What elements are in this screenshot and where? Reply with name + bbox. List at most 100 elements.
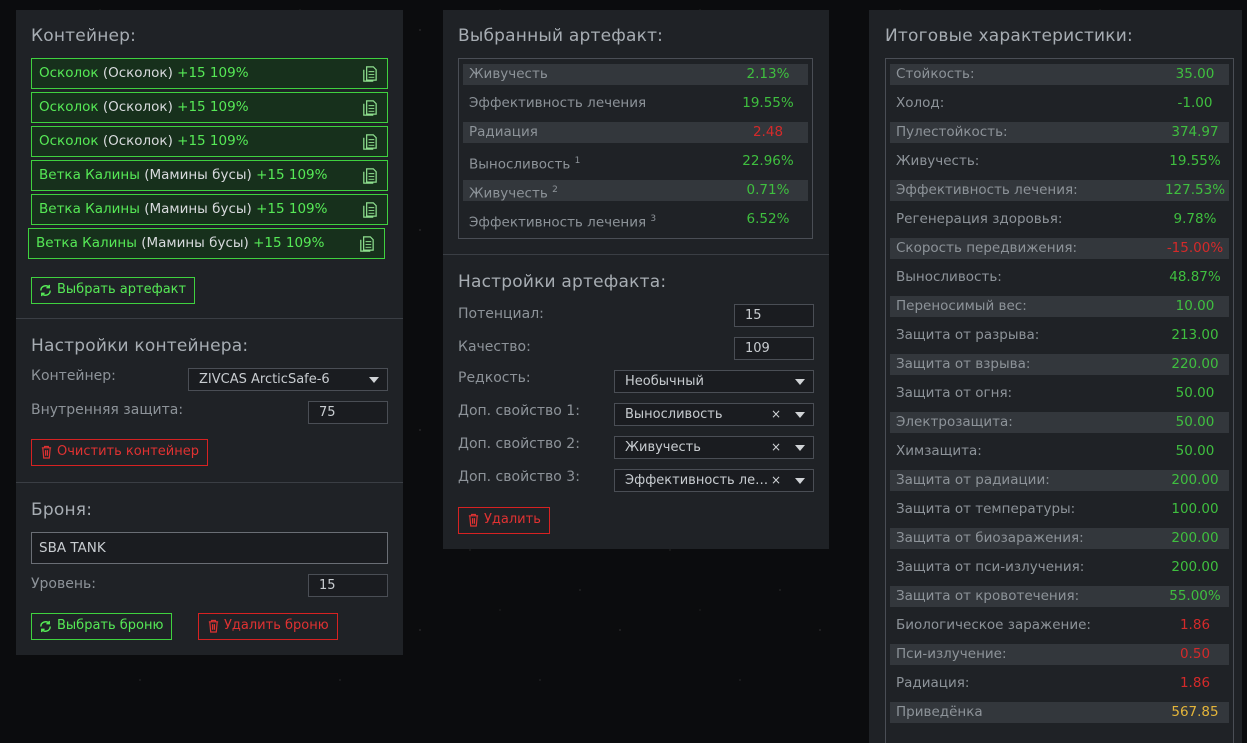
- artifact-stats: +15 109%: [177, 133, 249, 149]
- quality-input[interactable]: 109: [734, 337, 814, 360]
- total-stat-row: Защита от кровотечения: 55.00%: [890, 586, 1229, 607]
- stat-label-text: Выносливость: [469, 156, 571, 173]
- container-type-select[interactable]: ZIVCAS ArcticSafe-6: [188, 368, 388, 391]
- stat-value: 19.55%: [1169, 153, 1221, 169]
- total-stat-row: Химзащита: 50.00: [890, 441, 1229, 462]
- artifact-base: (Осколок): [102, 99, 173, 115]
- stat-label-text: Эффективность лечения: [469, 214, 647, 231]
- container-artifact-item[interactable]: Ветка Калины (Мамины бусы) +15 109%: [28, 228, 385, 259]
- armor-name-field[interactable]: SBA TANK: [31, 532, 388, 564]
- chevron-down-icon: [369, 377, 379, 383]
- artifact-base: (Осколок): [102, 65, 173, 81]
- stat-value: 50.00: [1175, 385, 1215, 401]
- stat-value: 9.78%: [1173, 211, 1217, 227]
- stat-label: Живучесть: [469, 64, 548, 85]
- extra2-select[interactable]: Живучесть ×: [614, 436, 814, 459]
- stat-label: Защита от разрыва:: [896, 327, 1040, 343]
- container-artifact-item[interactable]: Осколок (Осколок) +15 109%: [31, 126, 388, 157]
- chevron-down-icon: [795, 379, 805, 385]
- clear-container-label: Очистить контейнер: [57, 444, 199, 459]
- artifact-stats: +15 109%: [256, 201, 328, 217]
- copy-icon[interactable]: [360, 166, 379, 185]
- stat-value: 19.55%: [742, 95, 794, 111]
- total-stat-row: Защита от радиации: 200.00: [890, 470, 1229, 491]
- total-stat-row: Живучесть: 19.55%: [890, 151, 1229, 172]
- inner-protection-input[interactable]: 75: [308, 401, 388, 424]
- stat-footnote: 3: [650, 214, 657, 224]
- clear-icon[interactable]: ×: [771, 470, 781, 491]
- extra3-select[interactable]: Эффективность лечения ×: [614, 469, 814, 492]
- copy-icon[interactable]: [360, 64, 379, 83]
- stat-label: Защита от пси-излучения:: [896, 559, 1085, 575]
- total-stat-row: Приведёнка 567.85: [890, 702, 1229, 723]
- stat-label: Биологическое заражение:: [896, 617, 1091, 633]
- chevron-down-icon: [795, 478, 805, 484]
- artifact-stat-row: Живучесть 2 0.71%: [463, 180, 808, 202]
- select-armor-button[interactable]: Выбрать броню: [31, 613, 173, 640]
- artifact-base: (Мамины бусы): [141, 235, 249, 251]
- stat-label: Скорость передвижения:: [896, 240, 1078, 256]
- stat-value: 220.00: [1171, 356, 1219, 372]
- copy-icon[interactable]: [360, 132, 379, 151]
- total-stat-row: Выносливость: 48.87%: [890, 267, 1229, 288]
- artifact-stats: +15 109%: [177, 65, 249, 81]
- divider: [16, 482, 403, 483]
- artifact-name: Осколок: [39, 65, 99, 81]
- stat-label: Живучесть:: [896, 153, 980, 169]
- stat-label: Переносимый вес:: [896, 298, 1027, 314]
- stat-label: Живучесть 2: [469, 180, 558, 205]
- extra3-label: Доп. свойство 3:: [458, 469, 580, 485]
- stat-value: 100.00: [1171, 501, 1219, 517]
- stat-label-text: Радиация: [469, 124, 538, 140]
- rarity-label: Редкость:: [458, 370, 531, 386]
- chevron-down-icon: [795, 445, 805, 451]
- stat-label: Радиация:: [896, 675, 970, 691]
- total-stat-row: Защита от биозаражения: 200.00: [890, 528, 1229, 549]
- potential-input[interactable]: 15: [734, 304, 814, 327]
- artifact-name: Осколок: [39, 99, 99, 115]
- total-stat-row: Радиация: 1.86: [890, 673, 1229, 694]
- container-artifact-item[interactable]: Ветка Калины (Мамины бусы) +15 109%: [31, 160, 388, 191]
- inner-protection-label: Внутренняя защита:: [31, 402, 184, 418]
- clear-container-button[interactable]: Очистить контейнер: [31, 439, 208, 466]
- artifact-name: Ветка Калины: [39, 201, 140, 217]
- select-artifact-button[interactable]: Выбрать артефакт: [31, 277, 196, 304]
- stat-footnote: 1: [574, 156, 581, 166]
- total-stat-row: Стойкость: 35.00: [890, 64, 1229, 85]
- total-stat-row: Холод: -1.00: [890, 93, 1229, 114]
- total-stat-row: Биологическое заражение: 1.86: [890, 615, 1229, 636]
- extra1-select[interactable]: Выносливость ×: [614, 403, 814, 426]
- stat-label: Радиация: [469, 122, 538, 143]
- refresh-icon: [40, 284, 51, 296]
- container-artifact-item[interactable]: Осколок (Осколок) +15 109%: [31, 58, 388, 89]
- container-artifact-item[interactable]: Ветка Калины (Мамины бусы) +15 109%: [31, 194, 388, 225]
- copy-icon[interactable]: [357, 234, 376, 253]
- stat-label-text: Живучесть: [469, 185, 548, 202]
- container-artifact-item[interactable]: Осколок (Осколок) +15 109%: [31, 92, 388, 123]
- chevron-down-icon: [795, 412, 805, 418]
- total-stat-row: Регенерация здоровья: 9.78%: [890, 209, 1229, 230]
- stat-label: Защита от огня:: [896, 385, 1013, 401]
- delete-artifact-button[interactable]: Удалить: [458, 507, 550, 534]
- extra1-label: Доп. свойство 1:: [458, 403, 580, 419]
- rarity-select[interactable]: Необычный: [614, 370, 814, 393]
- artifact-stats: +15 109%: [256, 167, 328, 183]
- copy-icon[interactable]: [360, 98, 379, 117]
- clear-icon[interactable]: ×: [771, 437, 781, 458]
- stat-label: Приведёнка: [896, 704, 983, 720]
- armor-level-input[interactable]: 15: [308, 574, 388, 597]
- artifact-stats: +15 109%: [253, 235, 325, 251]
- delete-armor-button[interactable]: Удалить броню: [198, 613, 338, 640]
- total-stat-row: Переносимый вес: 10.00: [890, 296, 1229, 317]
- stat-value: -15.00%: [1166, 240, 1224, 256]
- stat-label: Стойкость:: [896, 66, 975, 82]
- artifact-name: Осколок: [39, 133, 99, 149]
- clear-icon[interactable]: ×: [771, 404, 781, 425]
- stat-label: Регенерация здоровья:: [896, 211, 1063, 227]
- delete-armor-label: Удалить броню: [224, 618, 329, 633]
- totals-panel: Итоговые характеристики: Стойкость: 35.00…: [869, 10, 1242, 743]
- stat-label: Защита от радиации:: [896, 472, 1050, 488]
- stat-value: 567.85: [1171, 704, 1219, 720]
- copy-icon[interactable]: [360, 200, 379, 219]
- stat-value: 48.87%: [1169, 269, 1221, 285]
